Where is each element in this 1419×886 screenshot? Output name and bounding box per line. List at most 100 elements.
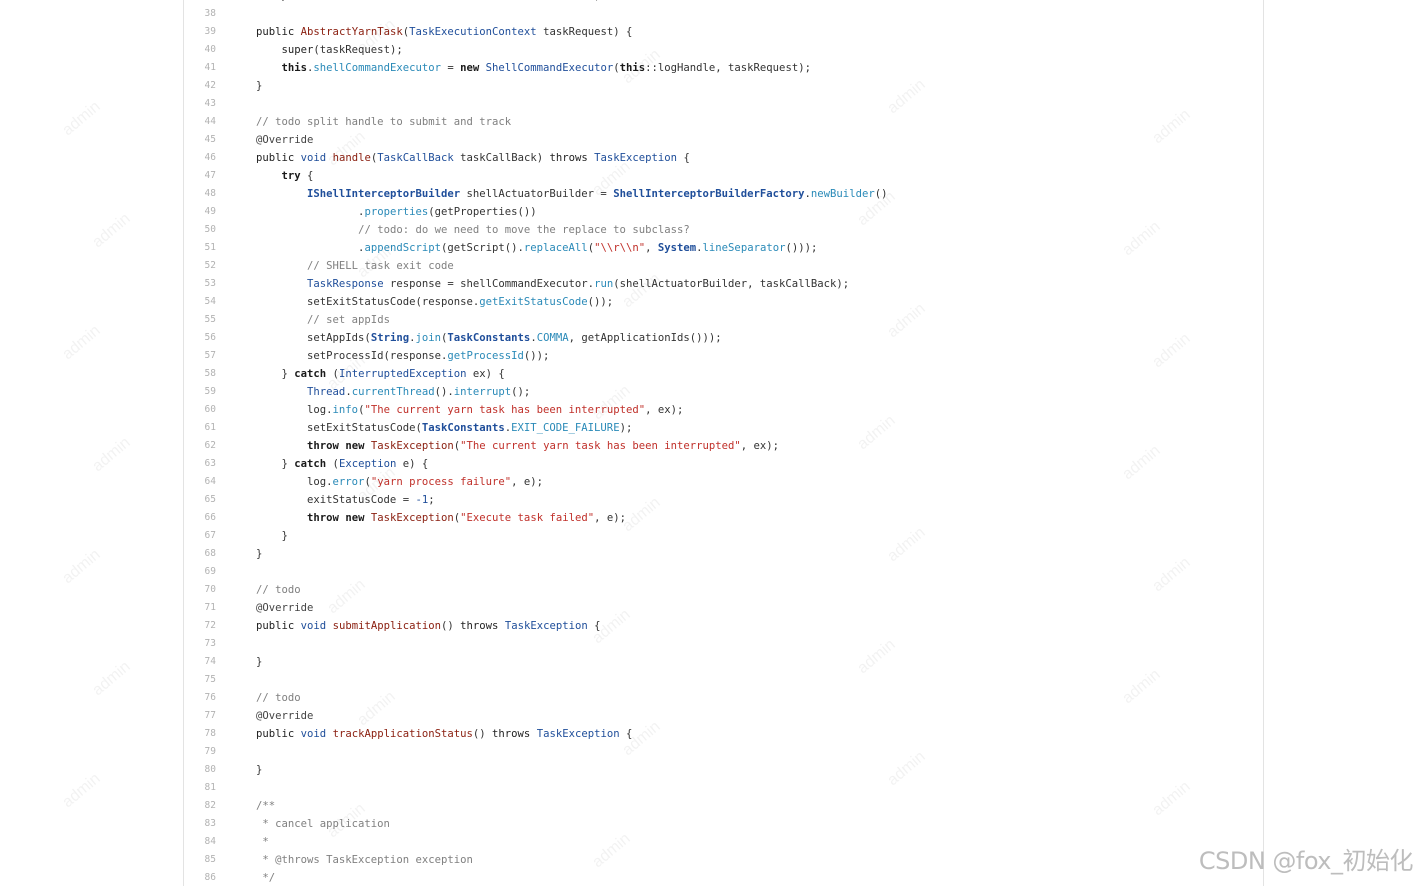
line-number: 50 bbox=[204, 224, 216, 235]
line-number: 53 bbox=[204, 278, 216, 289]
code-token: (taskRequest); bbox=[313, 44, 403, 56]
line-code: } bbox=[256, 761, 262, 779]
code-line: 56 setAppIds(String.join(TaskConstants.C… bbox=[184, 329, 1263, 347]
line-number: 48 bbox=[204, 188, 216, 199]
code-token: . bbox=[256, 206, 365, 218]
code-line: 70 // todo bbox=[184, 581, 1263, 599]
code-token: error bbox=[332, 476, 365, 488]
code-token: // set appIds bbox=[307, 314, 390, 326]
code-token: (getProperties()) bbox=[428, 206, 537, 218]
code-token: properties bbox=[364, 206, 429, 218]
code-token: replaceAll bbox=[523, 242, 588, 254]
line-number: 45 bbox=[204, 134, 216, 145]
code-token: -1 bbox=[415, 494, 429, 506]
code-token: COMMA bbox=[536, 332, 569, 344]
code-token: TaskException bbox=[370, 440, 454, 452]
code-token: { bbox=[619, 728, 633, 740]
code-token: getExitStatusCode bbox=[479, 296, 588, 308]
line-code: * bbox=[256, 833, 268, 851]
code-token: (); bbox=[511, 386, 531, 398]
code-token: getProcessId bbox=[447, 350, 524, 362]
line-number: 71 bbox=[204, 602, 216, 613]
code-token: ShellCommandExecutor bbox=[485, 62, 614, 74]
code-line: 73 bbox=[184, 635, 1263, 653]
code-token: TaskException bbox=[536, 728, 620, 740]
code-token: "Execute task failed" bbox=[460, 512, 595, 524]
line-code: } bbox=[256, 545, 262, 563]
line-number: 56 bbox=[204, 332, 216, 343]
line-code: log.info("The current yarn task has been… bbox=[256, 401, 683, 419]
code-line: 61 setExitStatusCode(TaskConstants.EXIT_… bbox=[184, 419, 1263, 437]
code-token: ; bbox=[428, 494, 435, 506]
line-code: // SHELL task exit code bbox=[256, 257, 454, 275]
code-line: 42} bbox=[184, 77, 1263, 95]
code-line: 72 public void submitApplication() throws… bbox=[184, 617, 1263, 635]
code-token: super bbox=[281, 44, 314, 56]
code-token: void bbox=[300, 728, 327, 740]
code-line: 49 .properties(getProperties()) bbox=[184, 203, 1263, 221]
code-line: 85 * @throws TaskException exception bbox=[184, 851, 1263, 869]
code-line: 54 setExitStatusCode(response.getExitSta… bbox=[184, 293, 1263, 311]
code-token: trackApplicationStatus bbox=[332, 728, 473, 740]
code-token: ); bbox=[619, 422, 633, 434]
code-token: // todo bbox=[256, 584, 301, 596]
line-code: setProcessId(response.getProcessId()); bbox=[256, 347, 549, 365]
code-line: 46 public void handle(TaskCallBack taskCa… bbox=[184, 149, 1263, 167]
code-token: // todo bbox=[256, 692, 301, 704]
line-number: 63 bbox=[204, 458, 216, 469]
line-code: } bbox=[256, 527, 288, 545]
line-number: 57 bbox=[204, 350, 216, 361]
line-number: 44 bbox=[204, 116, 216, 127]
code-token: new bbox=[345, 512, 365, 524]
code-token: } bbox=[256, 80, 263, 92]
code-token: } bbox=[256, 458, 295, 470]
code-token: new bbox=[460, 62, 480, 74]
line-code: } catch (Exception e) { bbox=[256, 455, 429, 473]
code-token: (). bbox=[434, 386, 454, 398]
line-code: exitStatusCode = -1; bbox=[256, 491, 435, 509]
code-token: (shellActuatorBuilder, taskCallBack); bbox=[613, 278, 850, 290]
code-line: 71 @Override bbox=[184, 599, 1263, 617]
code-viewer[interactable]: 37 private ShellCommandExecutor shellCom… bbox=[183, 0, 1264, 886]
code-token: "The current yarn task has been interrup… bbox=[364, 404, 646, 416]
admin-watermark: admin bbox=[59, 546, 104, 588]
line-number: 66 bbox=[204, 512, 216, 523]
code-token: log. bbox=[256, 476, 333, 488]
code-token: taskRequest) { bbox=[536, 26, 633, 38]
code-line: 80} bbox=[184, 761, 1263, 779]
line-number: 51 bbox=[204, 242, 216, 253]
code-token: "\\r\\n" bbox=[594, 242, 646, 254]
code-token: throws bbox=[460, 620, 499, 632]
line-number: 74 bbox=[204, 656, 216, 667]
line-number: 49 bbox=[204, 206, 216, 217]
code-token: currentThread bbox=[351, 386, 435, 398]
code-token: TaskConstants bbox=[447, 332, 531, 344]
code-line: 66 throw new TaskException("Execute task… bbox=[184, 509, 1263, 527]
line-code: this.shellCommandExecutor = new ShellCom… bbox=[256, 59, 811, 77]
code-token: throw bbox=[307, 512, 339, 524]
code-token: @Override bbox=[256, 710, 314, 722]
code-token: private bbox=[282, 0, 327, 2]
line-code: try { bbox=[256, 167, 314, 185]
code-token: appendScript bbox=[364, 242, 441, 254]
code-token: response = shellCommandExecutor. bbox=[383, 278, 595, 290]
code-line: 65 exitStatusCode = -1; bbox=[184, 491, 1263, 509]
code-token: * @throws TaskException exception bbox=[256, 854, 473, 866]
code-line: 59 Thread.currentThread().interrupt(); bbox=[184, 383, 1263, 401]
code-token: } bbox=[256, 368, 295, 380]
line-code: } bbox=[256, 77, 262, 95]
code-line: 81 bbox=[184, 779, 1263, 797]
code-token: ())); bbox=[785, 242, 818, 254]
code-token: this bbox=[619, 62, 646, 74]
line-code: // set appIds bbox=[256, 311, 390, 329]
code-token: TaskException bbox=[594, 152, 678, 164]
code-token: try bbox=[281, 170, 301, 182]
line-code: // todo: do we need to move the replace … bbox=[256, 221, 690, 239]
code-token: */ bbox=[256, 872, 276, 884]
code-line: 53 TaskResponse response = shellCommandE… bbox=[184, 275, 1263, 293]
code-token: TaskException bbox=[370, 512, 454, 524]
code-token: * cancel application bbox=[256, 818, 390, 830]
code-token: , e); bbox=[594, 512, 626, 524]
